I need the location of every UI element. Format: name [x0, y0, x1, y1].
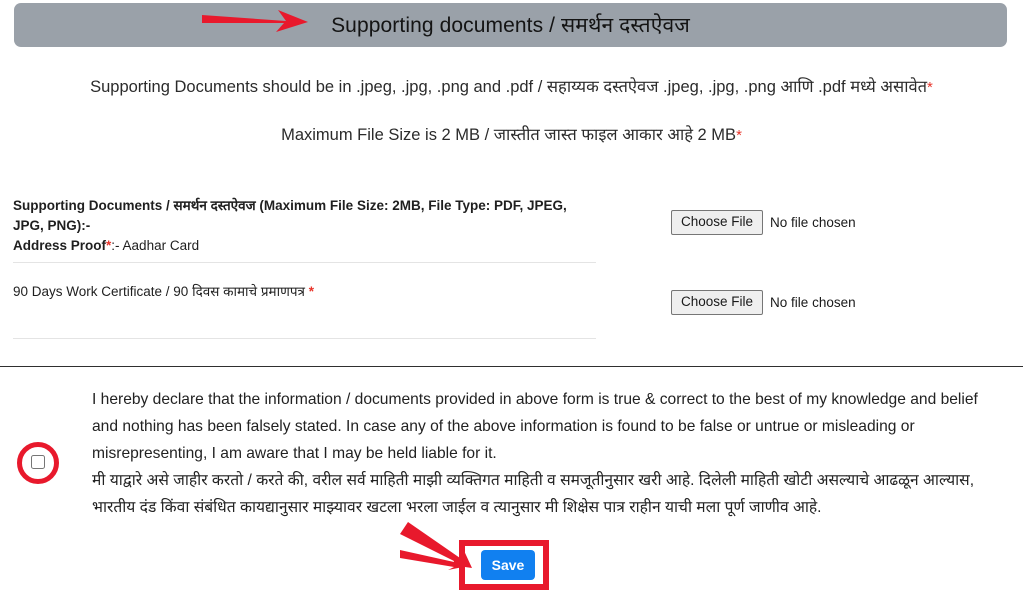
file-size-instruction: Maximum File Size is 2 MB / जास्तीत जास्…	[0, 122, 1023, 145]
upload-label-work-certificate: 90 Days Work Certificate / 90 दिवस कामाच…	[0, 282, 600, 302]
upload-label-line1: 90 Days Work Certificate / 90 दिवस कामाच…	[13, 284, 306, 299]
required-star: *	[927, 79, 933, 96]
choose-file-button[interactable]: Choose File	[671, 290, 764, 315]
upload-label-address-proof: Supporting Documents / समर्थन दस्तऐवज (M…	[0, 196, 600, 256]
declaration-text: I hereby declare that the information / …	[92, 386, 1000, 521]
declaration-checkbox-wrapper[interactable]	[31, 455, 45, 469]
required-star: *	[736, 127, 742, 144]
file-format-instruction-text: Supporting Documents should be in .jpeg,…	[90, 78, 928, 96]
section-header: Supporting documents / समर्थन दस्तऐवज	[14, 3, 1007, 47]
row-divider	[13, 262, 596, 263]
file-status-label: No file chosen	[770, 294, 856, 310]
file-size-instruction-text: Maximum File Size is 2 MB / जास्तीत जास्…	[281, 126, 737, 144]
row-divider	[13, 338, 596, 339]
declaration-english: I hereby declare that the information / …	[92, 391, 978, 462]
upload-area: Supporting Documents / समर्थन दस्तऐवज (M…	[0, 196, 1023, 344]
section-separator	[0, 366, 1023, 367]
file-cell-address-proof: Choose File No file chosen	[671, 210, 856, 235]
file-format-instruction: Supporting Documents should be in .jpeg,…	[0, 74, 1023, 97]
file-cell-work-certificate: Choose File No file chosen	[671, 290, 856, 315]
section-header-title: Supporting documents / समर्थन दस्तऐवज	[331, 14, 690, 37]
declaration-marathi: मी याद्वारे असे जाहीर करतो / करते की, वर…	[92, 472, 975, 516]
choose-file-button[interactable]: Choose File	[671, 210, 764, 235]
upload-row-work-certificate: 90 Days Work Certificate / 90 दिवस कामाच…	[0, 282, 1023, 344]
save-button[interactable]: Save	[481, 550, 535, 580]
upload-label-line1: Supporting Documents / समर्थन दस्तऐवज (M…	[13, 198, 567, 233]
upload-row-address-proof: Supporting Documents / समर्थन दस्तऐवज (M…	[0, 196, 1023, 258]
file-input-work-certificate[interactable]: Choose File No file chosen	[671, 290, 856, 315]
upload-label-suffix: :- Aadhar Card	[111, 238, 200, 253]
upload-label-line2: Address Proof	[13, 238, 107, 253]
required-star: *	[308, 284, 315, 299]
file-status-label: No file chosen	[770, 214, 856, 230]
file-input-address-proof[interactable]: Choose File No file chosen	[671, 210, 856, 235]
annotation-arrow-save	[400, 522, 472, 570]
declaration-checkbox[interactable]	[31, 455, 45, 469]
